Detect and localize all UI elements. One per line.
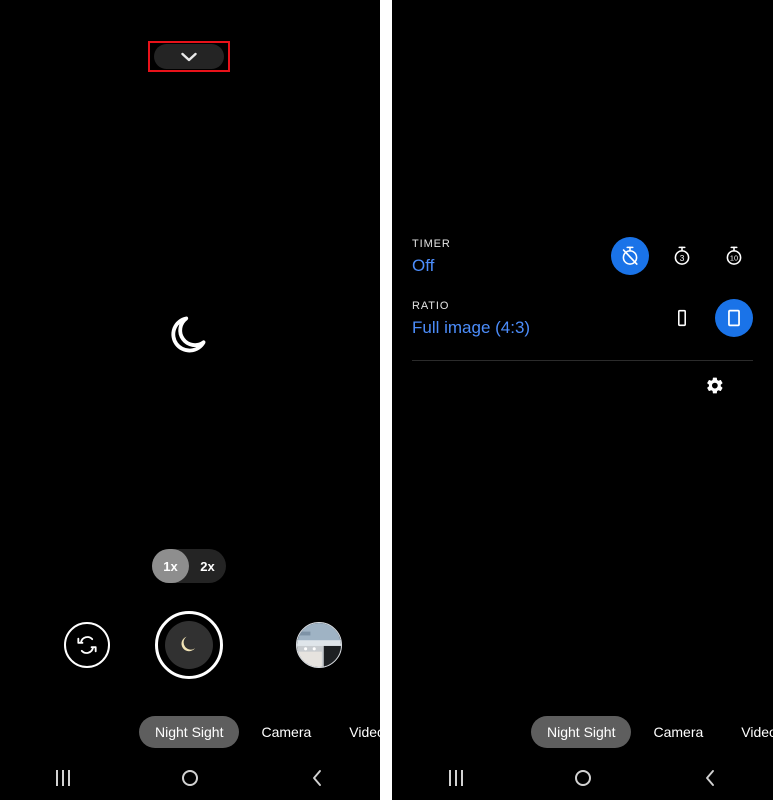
- timer-label: TIMER: [412, 238, 451, 250]
- flip-camera-icon: [77, 636, 97, 654]
- settings-button[interactable]: [695, 366, 733, 404]
- nav-back-button[interactable]: [253, 769, 380, 787]
- gallery-thumbnail[interactable]: [296, 622, 342, 668]
- mode-tab-video[interactable]: Video: [725, 716, 773, 748]
- zoom-option-1x[interactable]: 1x: [152, 549, 189, 583]
- nav-home-button[interactable]: [127, 770, 254, 786]
- nav-home-button[interactable]: [519, 770, 646, 786]
- shutter-button[interactable]: [155, 611, 223, 679]
- timer-10s-icon: 10: [726, 246, 742, 265]
- timer-options: 3 10: [611, 230, 753, 282]
- crescent-moon-icon: [171, 316, 206, 353]
- mode-tab-night-sight[interactable]: Night Sight: [139, 716, 240, 748]
- timer-3s-button[interactable]: 3: [663, 237, 701, 275]
- mode-tab-camera[interactable]: Camera: [245, 716, 327, 748]
- ratio-setting-row: RATIO Full image (4:3): [412, 292, 753, 354]
- mode-tab-video[interactable]: Video: [333, 716, 380, 748]
- nav-recents-button[interactable]: [392, 770, 519, 786]
- shutter-inner: [165, 621, 213, 669]
- screenshot-stage: 1x 2x Night Sight Camera Vide TIMER Off …: [0, 0, 773, 800]
- ratio-16-9-icon: [678, 309, 686, 327]
- android-navigation-bar: [392, 756, 773, 800]
- camera-mode-tabs: Night Sight Camera Video: [531, 716, 773, 748]
- nav-back-button[interactable]: [646, 769, 773, 787]
- nav-recents-button[interactable]: [0, 770, 127, 786]
- ratio-value: Full image (4:3): [412, 318, 531, 337]
- recents-icon: [56, 770, 71, 786]
- camera-viewfinder-panel: 1x 2x Night Sight Camera Vide: [0, 0, 380, 800]
- svg-text:10: 10: [730, 254, 738, 263]
- camera-settings-drawer-panel: TIMER Off 3 10 RATIO Full image (4:3) Ni…: [392, 0, 773, 800]
- ratio-4-3-icon: [728, 309, 740, 327]
- timer-10s-button[interactable]: 10: [715, 237, 753, 275]
- back-icon: [312, 770, 321, 786]
- settings-row: [412, 361, 753, 409]
- home-icon: [182, 770, 198, 786]
- mode-tab-night-sight[interactable]: Night Sight: [531, 716, 632, 748]
- quick-settings-drawer: TIMER Off 3 10 RATIO Full image (4:3): [412, 230, 753, 409]
- zoom-selector[interactable]: 1x 2x: [152, 549, 226, 583]
- expand-settings-pill[interactable]: [154, 44, 224, 69]
- flip-camera-button[interactable]: [64, 622, 110, 668]
- back-icon: [705, 770, 714, 786]
- android-navigation-bar: [0, 756, 380, 800]
- crescent-moon-icon: [181, 636, 195, 652]
- night-sight-watermark: [160, 305, 222, 367]
- camera-mode-tabs: Night Sight Camera Video: [139, 716, 380, 748]
- ratio-4-3-button[interactable]: [715, 299, 753, 337]
- gear-icon: [706, 377, 723, 393]
- timer-3s-icon: 3: [674, 246, 690, 265]
- ratio-label: RATIO: [412, 300, 450, 312]
- photo-thumbnail: [297, 623, 341, 667]
- ratio-options: [663, 292, 753, 344]
- timer-setting-row: TIMER Off 3 10: [412, 230, 753, 292]
- timer-value: Off: [412, 256, 435, 275]
- svg-text:3: 3: [680, 254, 685, 263]
- mode-tab-camera[interactable]: Camera: [637, 716, 719, 748]
- recents-icon: [448, 770, 463, 786]
- timer-off-button[interactable]: [611, 237, 649, 275]
- timer-off-icon: [622, 246, 638, 265]
- zoom-option-2x[interactable]: 2x: [189, 549, 226, 583]
- chevron-down-icon: [181, 52, 197, 61]
- ratio-16-9-button[interactable]: [663, 299, 701, 337]
- home-icon: [574, 770, 591, 786]
